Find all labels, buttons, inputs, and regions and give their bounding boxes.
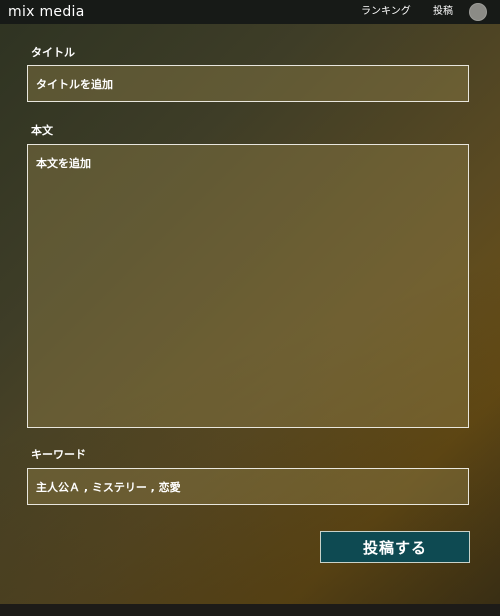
- keyword-label: キーワード: [31, 448, 86, 461]
- body-label: 本文: [31, 124, 53, 137]
- page-background: mix media ランキング 投稿 タイトル 本文 本文を追加 キーワード 投…: [0, 0, 500, 616]
- title-input[interactable]: [27, 65, 469, 102]
- nav-link-post[interactable]: 投稿: [433, 5, 453, 19]
- brand-logo-text[interactable]: mix media: [8, 3, 85, 21]
- nav-link-ranking[interactable]: ランキング: [361, 5, 411, 19]
- user-avatar[interactable]: [469, 3, 487, 21]
- submit-post-button[interactable]: 投稿する: [320, 531, 470, 563]
- title-label: タイトル: [31, 46, 75, 59]
- body-textarea[interactable]: 本文を追加: [27, 144, 469, 428]
- bottom-bar: [0, 604, 500, 616]
- top-navigation-bar: mix media ランキング 投稿: [0, 0, 500, 24]
- keyword-input[interactable]: [27, 468, 469, 505]
